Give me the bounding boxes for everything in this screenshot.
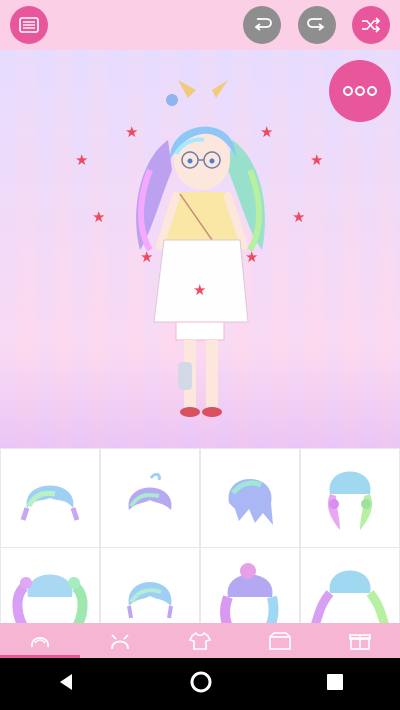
more-options-button[interactable] (329, 60, 391, 122)
star-icon: ★ (260, 123, 274, 141)
hair-style-6-icon (127, 582, 173, 619)
hair-item-4[interactable] (301, 449, 399, 547)
three-dots-icon (343, 86, 377, 96)
tab-accessory[interactable] (80, 623, 160, 658)
shuffle-icon (362, 17, 381, 33)
hair-tab-icon (31, 636, 49, 647)
clothes-tab-icon (188, 631, 212, 650)
home-button[interactable] (189, 670, 213, 698)
hair-item-3[interactable] (201, 449, 299, 547)
star-icon: ★ (193, 281, 207, 299)
star-icon: ★ (125, 123, 139, 141)
hair-style-3-icon (228, 479, 273, 525)
redo-button[interactable] (298, 6, 336, 44)
recents-button[interactable] (326, 673, 344, 695)
background-tab-icon (269, 631, 291, 650)
top-toolbar (0, 0, 400, 50)
hair-item-2[interactable] (101, 449, 199, 547)
tab-hair[interactable] (0, 623, 80, 658)
list-menu-icon (19, 17, 39, 33)
star-icon: ★ (140, 248, 154, 266)
redo-icon (307, 18, 325, 31)
home-icon (190, 671, 212, 693)
tab-gift[interactable] (320, 623, 400, 658)
recents-icon (326, 674, 343, 690)
menu-button[interactable] (10, 6, 48, 44)
category-tab-bar (0, 623, 400, 658)
undo-button[interactable] (243, 6, 281, 44)
tab-background[interactable] (240, 623, 320, 658)
shuffle-button[interactable] (352, 6, 390, 44)
star-icon: ★ (92, 208, 106, 226)
star-icon: ★ (245, 248, 259, 266)
hair-style-2-icon (128, 472, 172, 510)
hair-style-grid (0, 448, 400, 646)
star-icon: ★ (292, 208, 306, 226)
back-button[interactable] (56, 672, 76, 696)
accessory-tab-icon (111, 633, 129, 649)
gift-tab-icon (349, 633, 371, 650)
hair-style-1-icon (20, 485, 80, 521)
hair-item-1[interactable] (1, 449, 99, 547)
back-icon (60, 674, 73, 690)
star-icon: ★ (310, 151, 324, 169)
hair-style-4-icon (327, 471, 373, 530)
star-icon: ★ (75, 151, 89, 169)
undo-icon (254, 18, 272, 31)
system-navigation-bar (0, 658, 400, 710)
tab-clothes[interactable] (160, 623, 240, 658)
